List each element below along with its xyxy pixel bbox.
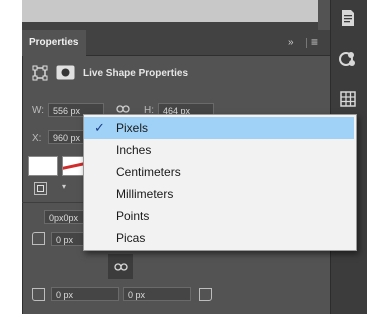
link-corners-button[interactable] bbox=[108, 254, 133, 279]
transform-icon[interactable] bbox=[32, 65, 48, 81]
paragraph-icon[interactable] bbox=[337, 7, 359, 29]
corner-top-left-input[interactable]: 0 px bbox=[51, 232, 87, 246]
menu-item-inches[interactable]: Inches bbox=[84, 139, 354, 161]
menu-item-centimeters[interactable]: Centimeters bbox=[84, 161, 354, 183]
units-dropdown-menu: ✓ Pixels Inches Centimeters Millimeters … bbox=[83, 114, 357, 251]
document-canvas bbox=[0, 0, 22, 314]
stroke-align-icon[interactable] bbox=[34, 182, 47, 195]
corner-bottom-right-icon bbox=[199, 288, 212, 301]
section-title: Live Shape Properties bbox=[83, 68, 189, 79]
panel-menu-button[interactable]: ≡ bbox=[311, 30, 318, 55]
width-label: W: bbox=[32, 105, 45, 116]
corner-bottom-right-input[interactable]: 0 px bbox=[123, 287, 191, 301]
menu-item-points[interactable]: Points bbox=[84, 205, 354, 227]
collapse-panel-button[interactable]: » bbox=[288, 30, 294, 55]
link-icon[interactable] bbox=[116, 104, 130, 114]
corner-top-left-icon bbox=[32, 232, 45, 245]
fill-swatch[interactable] bbox=[28, 156, 58, 176]
menu-item-pixels[interactable]: ✓ Pixels bbox=[84, 117, 354, 139]
x-label: X: bbox=[32, 133, 42, 144]
mask-icon[interactable] bbox=[56, 65, 75, 80]
menu-item-picas[interactable]: Picas bbox=[84, 227, 354, 249]
offset-input[interactable]: 0px0px bbox=[44, 210, 84, 224]
tab-properties[interactable]: Properties bbox=[22, 30, 86, 56]
grid-icon[interactable] bbox=[337, 88, 359, 110]
styles-icon[interactable] bbox=[337, 48, 359, 70]
tab-separator bbox=[306, 38, 307, 48]
canvas-background bbox=[22, 0, 318, 22]
corner-bottom-left-icon bbox=[32, 288, 45, 301]
corner-bottom-left-input[interactable]: 0 px bbox=[51, 287, 119, 301]
checkmark-icon: ✓ bbox=[94, 120, 105, 135]
menu-item-millimeters[interactable]: Millimeters bbox=[84, 183, 354, 205]
panel-divider bbox=[22, 22, 318, 30]
link-corners-icon bbox=[113, 262, 128, 271]
stroke-options-arrow-icon[interactable]: ▾ bbox=[62, 182, 66, 191]
